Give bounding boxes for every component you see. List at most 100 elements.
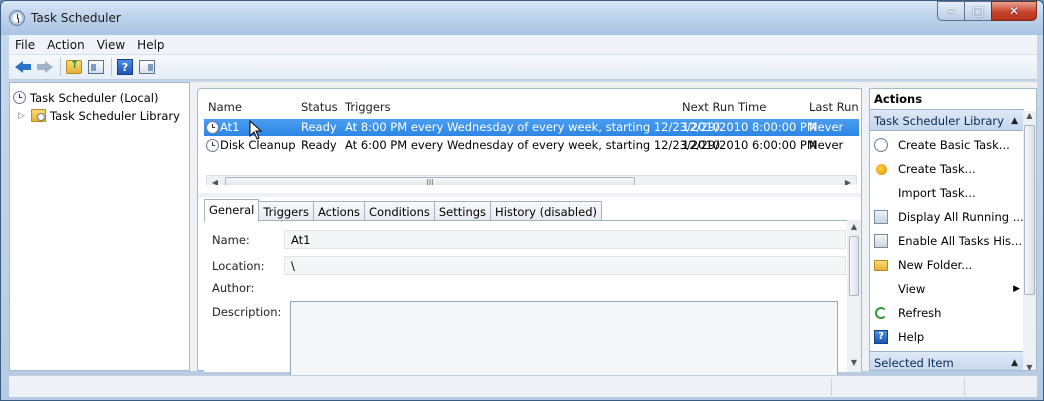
show-hide-tree-button[interactable] xyxy=(86,57,106,77)
status-bar xyxy=(9,375,1037,397)
column-name[interactable]: Name xyxy=(208,97,242,117)
table-row[interactable]: At1 Ready At 8:00 PM every Wednesday of … xyxy=(204,119,859,136)
running-tasks-icon xyxy=(874,210,888,224)
maximize-button[interactable]: □ xyxy=(964,1,991,21)
action-create-basic-task[interactable]: Create Basic Task... xyxy=(874,135,1024,155)
column-triggers[interactable]: Triggers xyxy=(345,97,391,117)
column-next-run-time[interactable]: Next Run Time xyxy=(682,97,766,117)
column-status[interactable]: Status xyxy=(301,97,338,117)
task-last-run: Never xyxy=(809,138,844,152)
new-folder-icon xyxy=(874,260,888,271)
action-import-task[interactable]: Import Task... xyxy=(874,183,1024,203)
action-enable-history[interactable]: Enable All Tasks His... xyxy=(874,231,1024,251)
location-field[interactable]: \ xyxy=(284,256,846,275)
action-pane-icon xyxy=(139,60,155,74)
back-arrow-icon xyxy=(15,61,31,73)
toolbar-separator xyxy=(60,58,61,76)
help-toolbar-button[interactable]: ? xyxy=(115,57,135,77)
task-name: At1 xyxy=(220,120,240,134)
action-label: Help xyxy=(898,330,925,344)
scroll-up-icon[interactable]: ▲ xyxy=(847,222,861,234)
tab-general[interactable]: General xyxy=(204,199,260,222)
close-icon: ✕ xyxy=(1008,4,1020,18)
minimize-icon: – xyxy=(948,4,954,18)
section-task-scheduler-library[interactable]: Task Scheduler Library ▲ xyxy=(870,109,1024,131)
scroll-down-icon[interactable]: ▼ xyxy=(847,358,861,370)
scroll-down-icon[interactable]: ▼ xyxy=(1023,363,1036,370)
scroll-thumb[interactable]: III xyxy=(225,177,635,185)
create-basic-task-icon xyxy=(874,138,888,152)
action-create-task[interactable]: Create Task... xyxy=(874,159,1024,179)
menu-file[interactable]: File xyxy=(9,38,41,52)
maximize-icon: □ xyxy=(972,4,984,18)
clock-icon xyxy=(13,91,26,104)
tab-history[interactable]: History (disabled) xyxy=(490,201,602,222)
action-view[interactable]: View ▶ xyxy=(874,279,1024,299)
expand-arrow-icon[interactable]: ▷ xyxy=(18,111,28,121)
clock-icon xyxy=(9,10,25,26)
forward-arrow-icon xyxy=(37,61,53,73)
menu-action[interactable]: Action xyxy=(41,38,91,52)
detail-vertical-scrollbar[interactable]: ▲ ▼ xyxy=(847,220,861,372)
create-task-icon xyxy=(876,164,887,175)
actions-pane: Actions Task Scheduler Library ▲ Create … xyxy=(869,88,1037,371)
column-last-run-time[interactable]: Last Run Time xyxy=(809,97,861,117)
section-label: Selected Item xyxy=(874,356,954,370)
up-folder-button[interactable] xyxy=(64,57,84,77)
back-button[interactable] xyxy=(13,57,33,77)
section-selected-item[interactable]: Selected Item ▲ xyxy=(870,351,1024,370)
author-label: Author: xyxy=(212,281,255,295)
main-area: Task Scheduler (Local) ▷ Task Scheduler … xyxy=(9,82,1037,381)
action-label: Create Task... xyxy=(898,162,976,176)
action-help[interactable]: ? Help xyxy=(874,327,1024,347)
minimize-button[interactable]: – xyxy=(937,1,964,21)
window-title: Task Scheduler xyxy=(31,11,121,25)
tree-splitter[interactable] xyxy=(190,82,197,371)
tab-actions[interactable]: Actions xyxy=(312,201,365,222)
menu-view[interactable]: View xyxy=(91,38,131,52)
actions-vertical-scrollbar[interactable]: ▲ ▼ xyxy=(1023,111,1036,370)
task-triggers: At 6:00 PM every Wednesday of every week… xyxy=(345,138,721,152)
task-clock-icon xyxy=(206,121,219,134)
scroll-right-icon[interactable]: ▶ xyxy=(841,177,855,185)
tab-settings[interactable]: Settings xyxy=(433,201,492,222)
task-list-horizontal-scrollbar[interactable]: ◀ III ▶ xyxy=(206,175,857,185)
title-bar[interactable]: Task Scheduler – □ ✕ xyxy=(1,1,1043,35)
name-field[interactable]: At1 xyxy=(284,230,846,249)
action-refresh[interactable]: Refresh xyxy=(874,303,1024,323)
tree-node-local[interactable]: Task Scheduler (Local) xyxy=(13,89,158,106)
action-display-running[interactable]: Display All Running ... xyxy=(874,207,1024,227)
scroll-thumb[interactable] xyxy=(849,236,859,296)
tree-node-library[interactable]: ▷ Task Scheduler Library xyxy=(18,107,180,124)
actions-splitter[interactable] xyxy=(862,82,869,371)
description-field[interactable] xyxy=(290,301,838,381)
action-label: Display All Running ... xyxy=(898,210,1024,224)
scroll-up-icon[interactable]: ▲ xyxy=(1023,111,1036,120)
tab-conditions[interactable]: Conditions xyxy=(364,201,435,222)
folder-up-icon xyxy=(66,58,82,74)
name-label: Name: xyxy=(212,233,250,247)
tab-triggers[interactable]: Triggers xyxy=(258,201,314,222)
center-pane: Name Status Triggers Next Run Time Last … xyxy=(197,88,862,381)
action-label: Import Task... xyxy=(898,186,976,200)
action-label: Refresh xyxy=(898,306,942,320)
collapse-icon[interactable]: ▲ xyxy=(1011,110,1018,132)
console-tree-icon xyxy=(88,60,104,74)
toolbar: ? xyxy=(9,55,1037,80)
show-hide-action-pane-button[interactable] xyxy=(137,57,157,77)
collapse-icon[interactable]: ▲ xyxy=(1011,352,1018,370)
list-detail-splitter[interactable] xyxy=(198,193,861,197)
task-status: Ready xyxy=(301,120,337,134)
scroll-thumb[interactable] xyxy=(1024,125,1035,295)
status-separator xyxy=(831,378,832,396)
tree-node-label: Task Scheduler Library xyxy=(50,108,180,123)
forward-button[interactable] xyxy=(35,57,55,77)
action-new-folder[interactable]: New Folder... xyxy=(874,255,1024,275)
library-folder-icon xyxy=(31,109,46,122)
scroll-left-icon[interactable]: ◀ xyxy=(208,177,222,185)
table-row[interactable]: Disk Cleanup Ready At 6:00 PM every Wedn… xyxy=(204,137,859,154)
close-button[interactable]: ✕ xyxy=(991,1,1037,21)
task-list: Name Status Triggers Next Run Time Last … xyxy=(198,89,861,185)
menu-help[interactable]: Help xyxy=(131,38,170,52)
status-separator xyxy=(964,378,965,396)
